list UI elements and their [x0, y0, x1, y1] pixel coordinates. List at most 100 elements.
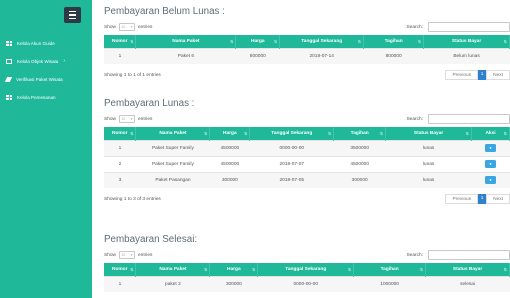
table-cell: lunas — [385, 139, 472, 156]
entries-select-value: 10 — [121, 25, 126, 29]
table-footer: Showing 1 to 3 of 3 entries Previous 1 N… — [104, 188, 510, 210]
table-controls: Show 10 ▾ entries Search: — [104, 247, 510, 263]
table-cell: 300000 — [209, 171, 250, 188]
sort-icon: ⇅ — [417, 39, 422, 44]
table-cell: 3500000 — [333, 139, 386, 156]
next-button[interactable]: Next — [486, 194, 510, 204]
table-info: Showing 1 to 3 of 3 entries — [104, 196, 161, 202]
table-cell: 2 — [104, 155, 136, 172]
grid-icon — [6, 94, 12, 100]
entries-select-value: 10 — [121, 117, 126, 121]
table-cell: Paket Pasangan — [135, 171, 210, 188]
previous-button[interactable]: Previous — [445, 194, 479, 204]
sort-icon: ⇅ — [465, 131, 470, 136]
sidebar-item-kelola-pemesanan[interactable]: Kelola Pemesanan — [0, 88, 92, 106]
table-cell: paket 2 — [135, 275, 210, 292]
sidebar-item-label: Kelola Pemesanan — [17, 94, 56, 100]
column-header[interactable]: Nama Paket ⇅ — [135, 263, 211, 276]
column-header[interactable]: Tagihan ⇅ — [353, 263, 427, 276]
table-row: 1 Paket Super Family 4500000 0000-00-00 … — [104, 139, 510, 156]
eye-icon: ● — [489, 177, 492, 183]
column-header[interactable]: Aksi ⇅ — [471, 127, 510, 140]
section-title: Pembayaran Selesai: — [104, 234, 198, 245]
entries-label: entries — [138, 252, 153, 258]
column-header[interactable]: Harga ⇅ — [209, 127, 251, 140]
column-header[interactable]: Harga ⇅ — [235, 35, 281, 48]
column-header[interactable]: Nomor ⇅ — [104, 263, 137, 276]
view-button[interactable]: ● — [485, 176, 496, 185]
table-cell: 0000-00-00 — [249, 139, 334, 156]
column-header[interactable]: Status Bayar ⇅ — [385, 127, 473, 140]
show-label: Show — [104, 24, 116, 30]
table-row: 3 Paket Pasangan 300000 2018-07-05 30000… — [104, 171, 510, 188]
column-header[interactable]: Tanggal Sekarang ⇅ — [279, 35, 365, 48]
table-cell: 4500000 — [209, 155, 250, 172]
column-header[interactable]: Harga ⇅ — [209, 263, 259, 276]
show-label: Show — [104, 252, 116, 258]
column-header[interactable]: Status Bayar ⇅ — [425, 263, 510, 276]
column-header[interactable]: Tanggal Sekarang ⇅ — [249, 127, 335, 140]
view-button[interactable]: ● — [485, 144, 496, 152]
column-header[interactable]: Nomor ⇅ — [104, 127, 137, 140]
section-title: Pembayaran Belum Lunas : — [104, 6, 225, 17]
column-header[interactable]: Nama Paket ⇅ — [135, 127, 211, 140]
sort-icon: ⇅ — [130, 131, 134, 136]
column-header[interactable]: Nomor ⇅ — [104, 35, 137, 48]
sidebar-item-verifikasi-paket-wisata[interactable]: Verifikasi Paket Wisata — [0, 70, 92, 88]
table-cell: ● — [471, 155, 510, 172]
search-input[interactable] — [428, 250, 510, 260]
eye-icon: ● — [489, 145, 492, 150]
sidebar: Kelola Akun Guide Kelola Objek Wisata › … — [0, 0, 92, 298]
table-cell: Belum lunas — [423, 47, 510, 64]
sort-icon: ⇅ — [419, 267, 424, 272]
section-title: Pembayaran Lunas : — [104, 98, 195, 109]
search-label: Search: — [406, 24, 423, 30]
data-table: Nomor ⇅ Nama Paket ⇅ Harga ⇅ Tanggal Sekara… — [104, 35, 510, 64]
hamburger-menu-icon[interactable] — [64, 7, 81, 23]
table-cell: 800000 — [363, 47, 424, 64]
entries-select[interactable]: 10 ▾ — [119, 23, 135, 31]
table-cell: Paket Super Family — [135, 155, 210, 172]
column-header[interactable]: Tagihan ⇅ — [363, 35, 425, 48]
table-cell: selesai — [425, 275, 510, 292]
table-info: Showing 1 to 1 of 1 entries — [104, 72, 161, 78]
column-header[interactable]: Tanggal Sekarang ⇅ — [257, 263, 355, 276]
table-controls: Show 10 ▾ entries Search: — [104, 19, 510, 35]
page-1-button[interactable]: 1 — [478, 194, 487, 204]
sort-icon: ⇅ — [357, 39, 362, 44]
table-cell: 1 — [104, 139, 136, 156]
sort-icon: ⇅ — [379, 131, 384, 136]
previous-button[interactable]: Previous — [445, 70, 479, 80]
eye-icon: ● — [489, 161, 492, 166]
column-header[interactable]: Tagihan ⇅ — [333, 127, 387, 140]
entries-select[interactable]: 10 ▾ — [119, 251, 135, 259]
table-cell: Paket Super Family — [135, 139, 210, 156]
page-1-button[interactable]: 1 — [478, 70, 487, 80]
sidebar-item-label: Kelola Akun Guide — [17, 40, 55, 46]
sort-icon: ⇅ — [327, 131, 332, 136]
sort-icon: ⇅ — [503, 267, 507, 272]
search-input[interactable] — [428, 22, 510, 32]
table-row: 2 Paket Super Family 4500000 2018-07-07 … — [104, 155, 510, 172]
view-button[interactable]: ● — [485, 160, 496, 168]
table-controls: Show 10 ▾ entries Search: — [104, 111, 510, 127]
table-cell: Paket 6 — [135, 47, 236, 64]
sidebar-item-kelola-akun-guide[interactable]: Kelola Akun Guide — [0, 34, 92, 52]
table-row: 1 Paket 6 800000 2018-07-14 800000 Belum… — [104, 47, 510, 64]
column-header[interactable]: Status Bayar ⇅ — [423, 35, 510, 48]
entries-select[interactable]: 10 ▾ — [119, 115, 135, 123]
table-row: 1 paket 2 300000 0000-00-00 1000000 sele… — [104, 275, 510, 292]
search-input[interactable] — [428, 114, 510, 124]
column-header[interactable]: Nama Paket ⇅ — [135, 35, 237, 48]
sort-icon: ⇅ — [347, 267, 352, 272]
sort-icon: ⇅ — [273, 39, 278, 44]
sidebar-item-kelola-objek-wisata[interactable]: Kelola Objek Wisata › — [0, 52, 92, 70]
search-box: Search: — [406, 250, 510, 260]
table-cell: 800000 — [235, 47, 280, 64]
table-cell: 1000000 — [353, 275, 426, 292]
next-button[interactable]: Next — [486, 70, 510, 80]
section-lunas: Pembayaran Lunas : Show 10 ▾ entries Sear… — [104, 97, 510, 210]
section-belum-lunas: Pembayaran Belum Lunas : Show 10 ▾ entrie… — [104, 5, 510, 86]
box-icon — [6, 58, 12, 64]
sort-icon: ⇅ — [204, 267, 208, 272]
